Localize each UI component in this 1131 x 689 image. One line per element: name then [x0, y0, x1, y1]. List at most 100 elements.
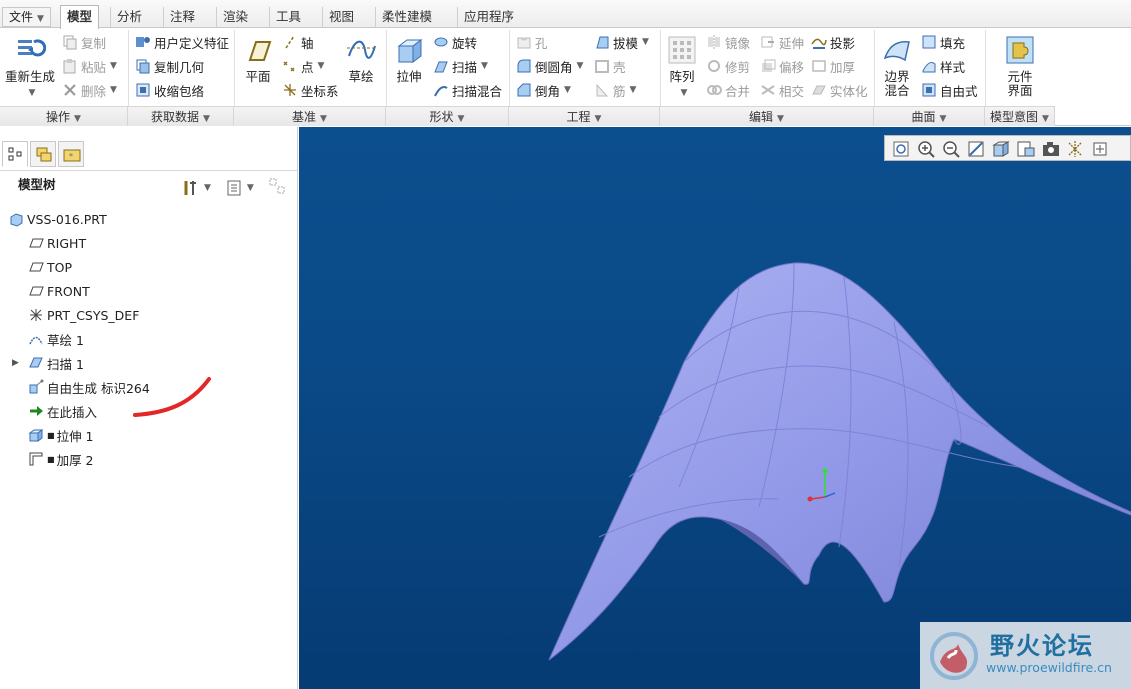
udf-button[interactable]: 用户定义特征	[135, 32, 229, 52]
tree-item-part[interactable]: VSS-016.PRT	[8, 207, 107, 231]
extrude-button[interactable]: 拉伸	[391, 34, 427, 84]
offset-button[interactable]: 偏移	[760, 56, 804, 76]
fill-button[interactable]: 填充	[921, 32, 965, 52]
hole-icon	[516, 34, 532, 50]
mirror-button[interactable]: 镜像	[706, 32, 750, 52]
sketch-button[interactable]: 草绘	[343, 34, 379, 84]
expand-arrow-icon[interactable]: ▶	[12, 358, 28, 368]
graphics-viewport[interactable]: 野火论坛 www.proewildfire.cn	[299, 127, 1131, 689]
tree-item-extrude[interactable]: ■ 拉伸 1	[28, 423, 94, 447]
group-operations[interactable]: 操作 ▼	[0, 106, 128, 126]
rib-label: 筋	[613, 83, 626, 99]
rib-button[interactable]: 筋 ▼	[594, 80, 636, 100]
solidify-button[interactable]: 实体化	[811, 80, 868, 100]
model-surface[interactable]	[299, 127, 1131, 689]
copy-icon	[62, 34, 78, 50]
tab-analysis[interactable]: 分析	[110, 7, 148, 28]
tab-layers[interactable]	[30, 141, 56, 167]
tree-item-sweep[interactable]: ▶ 扫描 1	[12, 351, 84, 375]
draft-button[interactable]: 拔模 ▼	[594, 32, 649, 52]
datum-point-button[interactable]: 点 ▼	[282, 56, 324, 76]
tree-item-label: 草绘 1	[47, 332, 84, 348]
shell-button[interactable]: 壳	[594, 56, 626, 76]
style-label: 样式	[940, 59, 966, 75]
group-editing[interactable]: 编辑 ▼	[660, 106, 874, 126]
delete-button[interactable]: 删除 ▼	[62, 80, 117, 100]
hole-button[interactable]: 孔	[516, 32, 548, 52]
project-button[interactable]: 投影	[811, 32, 855, 52]
datum-axis-button[interactable]: 轴	[282, 32, 314, 52]
tab-applications[interactable]: 应用程序	[457, 7, 520, 28]
group-surfaces[interactable]: 曲面 ▼	[874, 106, 985, 126]
datum-plane-button[interactable]: 平面	[240, 34, 276, 84]
style-button[interactable]: 样式	[921, 56, 965, 76]
shrinkwrap-icon	[135, 82, 151, 98]
pattern-icon	[666, 34, 698, 66]
tree-item-label: RIGHT	[47, 235, 87, 251]
tree-settings-button[interactable]: ▼	[182, 177, 211, 198]
datum-point-label: 点	[301, 59, 314, 75]
group-get-data[interactable]: 获取数据 ▼	[128, 106, 234, 126]
freeform-button[interactable]: 自由式	[921, 80, 978, 100]
tab-favorites[interactable]: *	[58, 141, 84, 167]
tree-item-thicken[interactable]: ■ 加厚 2	[28, 447, 94, 471]
swept-blend-button[interactable]: 扫描混合	[433, 80, 502, 100]
csys-button[interactable]: 坐标系	[282, 80, 339, 100]
tab-tools[interactable]: 工具	[269, 7, 307, 28]
chamfer-button[interactable]: 倒角 ▼	[516, 80, 571, 100]
extend-button[interactable]: 延伸	[760, 32, 804, 52]
copy-geometry-label: 复制几何	[154, 59, 205, 75]
file-menu[interactable]: 文件 ▼	[2, 7, 51, 27]
group-datum[interactable]: 基准 ▼	[234, 106, 386, 126]
pattern-label: 阵列	[669, 69, 695, 84]
shrinkwrap-button[interactable]: 收缩包络	[135, 80, 204, 100]
group-shapes[interactable]: 形状 ▼	[386, 106, 509, 126]
revolve-button[interactable]: 旋转	[433, 32, 477, 52]
sweep-label: 扫描	[452, 59, 478, 75]
tab-model-tree[interactable]	[2, 141, 28, 167]
tab-annotate[interactable]: 注释	[163, 7, 201, 28]
solidify-label: 实体化	[830, 83, 868, 99]
copy-label: 复制	[81, 35, 107, 51]
tree-item-top[interactable]: TOP	[28, 255, 72, 279]
component-interface-button[interactable]: 元件 界面	[1000, 34, 1040, 98]
pattern-button[interactable]: 阵列 ▼	[664, 34, 700, 100]
round-button[interactable]: 倒圆角 ▼	[516, 56, 583, 76]
thicken-button[interactable]: 加厚	[811, 56, 855, 76]
axis-icon	[282, 34, 298, 50]
ribbon-divider	[234, 30, 235, 106]
tree-item-right[interactable]: RIGHT	[28, 231, 86, 255]
shell-label: 壳	[613, 59, 626, 75]
regenerate-button[interactable]: 重新生成▼	[4, 34, 56, 100]
draft-label: 拔模	[613, 35, 639, 51]
trim-button[interactable]: 修剪	[706, 56, 750, 76]
sweep-button[interactable]: 扫描 ▼	[433, 56, 488, 76]
tree-item-front[interactable]: FRONT	[28, 279, 90, 303]
tree-columns-button[interactable]	[268, 177, 286, 198]
tab-model[interactable]: 模型	[60, 5, 100, 29]
round-label: 倒圆角	[535, 59, 573, 75]
tab-flexible-modeling[interactable]: 柔性建模	[375, 7, 438, 28]
copy-button[interactable]: 复制	[62, 32, 106, 52]
tree-item-csys[interactable]: PRT_CSYS_DEF	[28, 303, 139, 327]
extend-label: 延伸	[779, 35, 805, 51]
tab-view[interactable]: 视图	[322, 7, 360, 28]
watermark-logo-icon	[930, 632, 978, 680]
paste-button[interactable]: 粘贴 ▼	[62, 56, 117, 76]
merge-button[interactable]: 合并	[706, 80, 750, 100]
tree-item-sketch[interactable]: 草绘 1	[28, 327, 84, 351]
extrude-icon	[28, 427, 44, 443]
boundary-blend-button[interactable]: 边界 混合	[879, 34, 915, 98]
group-engineering[interactable]: 工程 ▼	[509, 106, 660, 126]
group-model-intent[interactable]: 模型意图 ▼	[985, 106, 1055, 126]
navigator-tabs: *	[0, 127, 297, 171]
extrude-label: 拉伸	[396, 69, 422, 84]
copy-geometry-button[interactable]: 复制几何	[135, 56, 204, 76]
project-icon	[811, 34, 827, 50]
tab-render[interactable]: 渲染	[216, 7, 254, 28]
intersect-button[interactable]: 相交	[760, 80, 804, 100]
tree-filter-button[interactable]: ▼	[225, 177, 254, 198]
datum-plane-icon	[28, 283, 44, 299]
fill-icon	[921, 34, 937, 50]
tree-item-insert-here[interactable]: 在此插入	[28, 399, 97, 423]
